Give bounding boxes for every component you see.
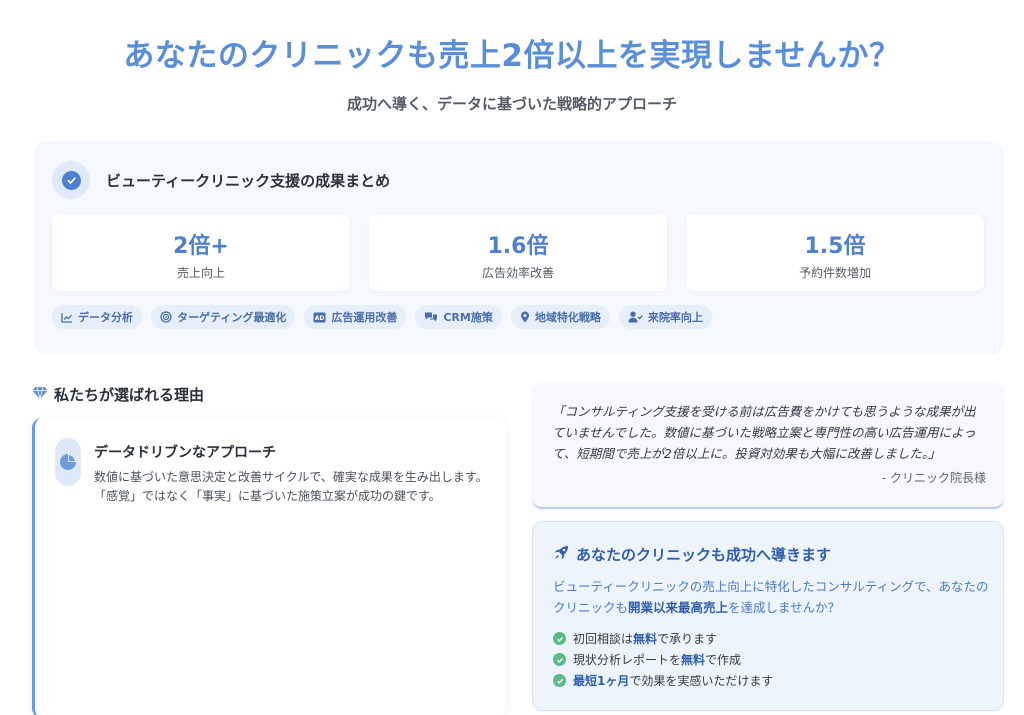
page-headline: あなたのクリニックも売上2倍以上を実現しませんか？ <box>123 38 901 74</box>
tag-regional-strategy: 地域特化戦略 <box>510 305 610 329</box>
benefit-text-emphasis: 無料 <box>681 653 706 667</box>
benefit-text: 初回相談は無料で承ります <box>573 630 717 647</box>
cta-text-part: を達成しませんか？ <box>728 600 841 615</box>
why-heading-text: 私たちが選ばれる理由 <box>54 386 205 404</box>
benefit-text-part: で作成 <box>705 653 742 667</box>
benefit-text: 現状分析レポートを無料で作成 <box>573 651 741 668</box>
why-choose-us-heading: 私たちが選ばれる理由 <box>32 384 204 405</box>
stat-value: 2倍+ <box>173 234 229 259</box>
tag-label: 広告運用改善 <box>331 311 398 324</box>
cta-text-emphasis: 開業以来最高売上 <box>628 600 729 615</box>
testimonial-card: 「コンサルティング支援を受ける前は広告費をかけても思うような成果が出ていませんで… <box>532 383 1004 509</box>
tag-data-analysis: データ分析 <box>52 305 142 329</box>
check-icon <box>553 632 566 645</box>
rocket-icon <box>553 545 569 565</box>
reason-card-body: 数値に基づいた意思決定と改善サイクルで、確実な成果を生み出します。「感覚」ではな… <box>94 470 488 503</box>
benefit-text-part: で承ります <box>657 632 718 646</box>
tag-visit-rate: 来院率向上 <box>618 305 712 329</box>
testimonial-quote: 「コンサルティング支援を受ける前は広告費をかけても思うような成果が出ていませんで… <box>552 404 976 461</box>
service-tags: データ分析 ターゲティング最適化 AD 広告運用改善 CRM施策 地域特化戦略 … <box>52 305 712 329</box>
benefit-text-part: で効果を実感いただけます <box>629 674 774 688</box>
tag-crm: CRM施策 <box>415 305 502 329</box>
chart-line-icon <box>61 312 73 323</box>
diamond-icon <box>32 386 48 404</box>
benefit-item: 初回相談は無料で承ります <box>553 628 773 649</box>
pie-chart-icon <box>55 438 81 486</box>
cta-description: ビューティークリニックの売上向上に特化したコンサルティングで、あなたのクリニック… <box>553 576 993 618</box>
testimonial-author: - クリニック院長様 <box>881 471 986 485</box>
stat-label: 予約件数増加 <box>798 266 871 280</box>
reason-card-title: データドリブンなアプローチ <box>94 445 276 461</box>
user-check-icon <box>628 311 643 323</box>
tag-label: CRM施策 <box>443 311 493 324</box>
check-icon <box>553 653 566 666</box>
stat-card-bookings: 1.5倍 予約件数増加 <box>686 214 984 291</box>
chat-icon <box>424 311 438 323</box>
benefit-text-part: 現状分析レポートを <box>573 653 682 667</box>
tag-targeting: ターゲティング最適化 <box>151 305 296 329</box>
stat-value: 1.6倍 <box>487 234 549 259</box>
benefit-text-emphasis: 無料 <box>633 632 658 646</box>
benefit-text: 最短1ヶ月で効果を実感いただけます <box>573 672 773 689</box>
check-circle-icon <box>52 161 90 199</box>
results-summary-panel: ビューティークリニック支援の成果まとめ 2倍+ 売上向上 1.6倍 広告効率改善… <box>34 141 1004 354</box>
tag-label: ターゲティング最適化 <box>177 311 287 324</box>
cta-title-text: あなたのクリニックも成功へ導きます <box>576 546 832 564</box>
tag-label: 地域特化戦略 <box>534 311 601 324</box>
benefit-text-part: 初回相談は <box>573 632 634 646</box>
stat-label: 売上向上 <box>176 266 225 280</box>
svg-text:AD: AD <box>315 315 325 322</box>
summary-header: ビューティークリニック支援の成果まとめ <box>52 161 390 199</box>
summary-title: ビューティークリニック支援の成果まとめ <box>106 171 391 190</box>
cta-benefit-list: 初回相談は無料で承ります 現状分析レポートを無料で作成 最短1ヶ月で効果を実感い… <box>553 628 773 691</box>
stat-card-ad-efficiency: 1.6倍 広告効率改善 <box>369 214 667 291</box>
stat-card-sales: 2倍+ 売上向上 <box>52 214 350 291</box>
stats-row: 2倍+ 売上向上 1.6倍 広告効率改善 1.5倍 予約件数増加 <box>52 214 984 291</box>
target-icon <box>160 311 172 323</box>
check-icon <box>553 674 566 687</box>
benefit-item: 最短1ヶ月で効果を実感いただけます <box>553 670 773 691</box>
benefit-item: 現状分析レポートを無料で作成 <box>553 649 773 670</box>
benefit-text-emphasis: 最短1ヶ月 <box>573 674 630 688</box>
map-pin-icon <box>520 311 530 323</box>
stat-label: 広告効率改善 <box>481 266 554 280</box>
ad-icon: AD <box>313 312 326 323</box>
page-subheadline: 成功へ導く、データに基づいた戦略的アプローチ <box>346 95 677 113</box>
cta-panel: あなたのクリニックも成功へ導きます ビューティークリニックの売上向上に特化したコ… <box>532 521 1004 711</box>
reason-card: データドリブンなアプローチ 数値に基づいた意思決定と改善サイクルで、確実な成果を… <box>32 418 506 715</box>
tag-label: データ分析 <box>78 311 133 324</box>
cta-title: あなたのクリニックも成功へ導きます <box>553 544 831 565</box>
tag-ad-operation: AD 広告運用改善 <box>304 305 407 329</box>
tag-label: 来院率向上 <box>647 311 703 324</box>
stat-value: 1.5倍 <box>804 234 866 259</box>
